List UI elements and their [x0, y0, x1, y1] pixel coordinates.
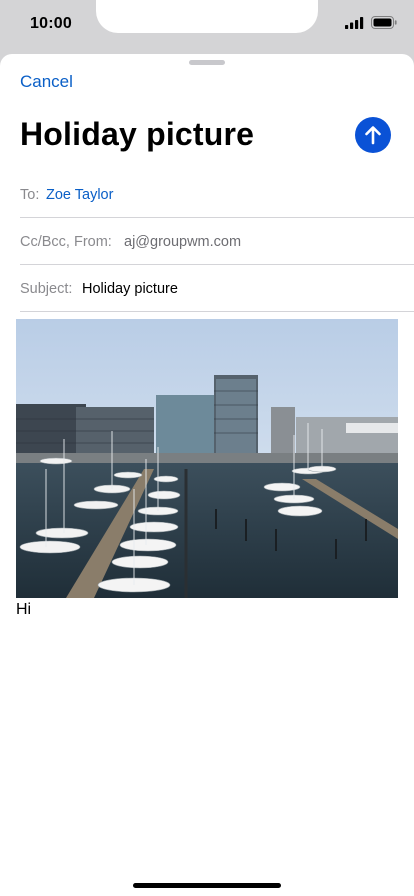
attached-photo[interactable]	[16, 319, 398, 598]
from-address[interactable]: aj@groupwm.com	[124, 219, 241, 265]
divider	[20, 311, 414, 312]
status-bar: 10:00	[0, 0, 414, 48]
to-recipient[interactable]: Zoe Taylor	[46, 172, 113, 218]
home-indicator[interactable]	[133, 883, 281, 888]
send-button[interactable]	[355, 117, 391, 153]
subject-field[interactable]: Subject: Holiday picture	[20, 266, 414, 312]
device-notch	[96, 0, 318, 33]
message-body[interactable]: Hi	[16, 600, 31, 620]
divider	[20, 217, 414, 218]
battery-icon	[371, 16, 397, 29]
sheet-grabber[interactable]	[189, 60, 225, 65]
cc-bcc-from-field[interactable]: Cc/Bcc, From: aj@groupwm.com	[20, 219, 414, 265]
cc-bcc-from-label: Cc/Bcc, From:	[20, 234, 112, 250]
mail-compose-screen: 10:00 Cancel Holiday picture To: Zoe Tay…	[0, 0, 414, 896]
arrow-up-icon	[365, 126, 381, 145]
divider	[20, 264, 414, 265]
status-time: 10:00	[30, 15, 72, 32]
compose-title: Holiday picture	[20, 116, 255, 152]
to-field[interactable]: To: Zoe Taylor	[20, 172, 414, 218]
subject-label: Subject:	[20, 281, 73, 297]
cancel-button[interactable]: Cancel	[20, 72, 73, 92]
compose-sheet: Cancel Holiday picture To: Zoe Taylor Cc…	[0, 54, 414, 896]
signal-bars-icon	[345, 17, 364, 29]
to-label: To:	[20, 187, 40, 203]
subject-input[interactable]: Holiday picture	[82, 266, 178, 312]
